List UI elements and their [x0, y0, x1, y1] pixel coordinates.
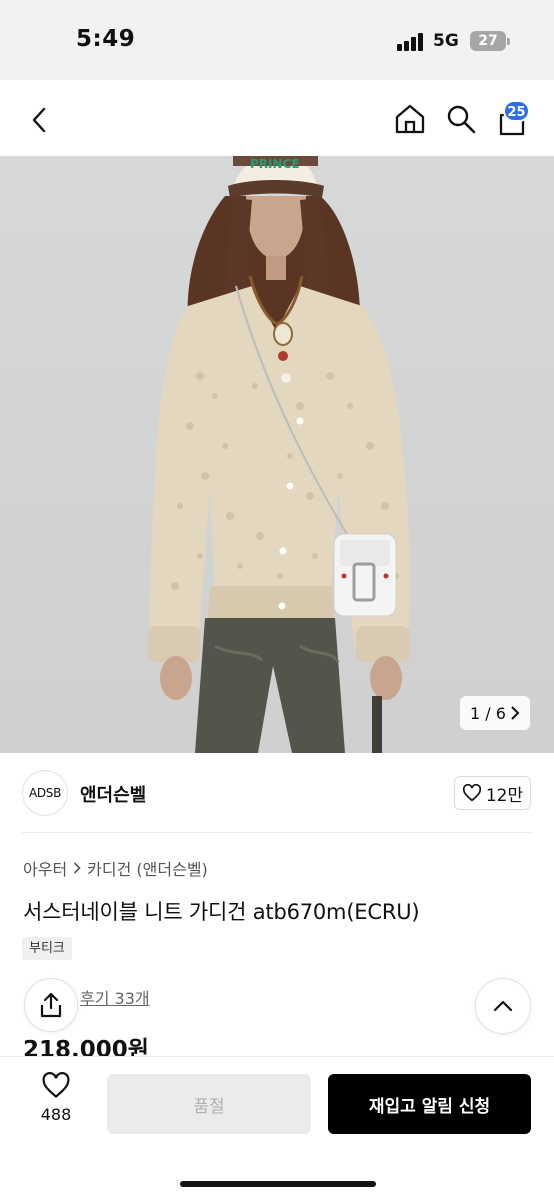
chevron-up-icon — [493, 1000, 513, 1012]
cap-text: PRINCE — [250, 157, 300, 171]
brand-like-count: 12만 — [485, 785, 524, 806]
battery-tip — [507, 38, 510, 45]
top-nav — [0, 80, 554, 156]
reviews-link[interactable]: 후기 33개 — [80, 985, 150, 1009]
scroll-top-button[interactable] — [475, 978, 531, 1034]
share-button[interactable] — [24, 978, 78, 1032]
wishlist-button[interactable]: 488 — [30, 1072, 82, 1124]
product-tag: 부티크 — [22, 937, 72, 960]
chevron-right-icon — [74, 862, 81, 874]
breadcrumb: 아우터 카디건 (앤더슨벨) — [23, 856, 208, 880]
search-icon — [447, 105, 476, 134]
home-icon — [395, 104, 425, 134]
cart-count-badge: 25 — [503, 100, 530, 122]
breadcrumb-subcategory[interactable]: 카디건 (앤더슨벨) — [87, 856, 208, 880]
chevron-left-icon — [32, 107, 46, 133]
signal-icon — [397, 33, 425, 51]
restock-alert-button[interactable]: 재입고 알림 신청 — [328, 1074, 531, 1134]
back-button[interactable] — [24, 104, 56, 136]
status-bar: 5:49 5G 27 — [0, 0, 554, 80]
product-title: 서스터네이블 니트 가디건 atb670m(ECRU) — [23, 900, 420, 924]
brand-row[interactable]: ADSB 앤더슨벨 12만 — [0, 753, 554, 833]
product-image[interactable]: PRINCE — [0, 156, 554, 753]
heart-icon — [462, 784, 481, 802]
share-icon — [40, 992, 62, 1018]
model-illustration: PRINCE — [148, 156, 411, 753]
status-time: 5:49 — [76, 26, 136, 52]
search-button[interactable] — [444, 102, 478, 136]
home-indicator — [180, 1181, 376, 1187]
brand-logo[interactable]: ADSB — [22, 770, 68, 816]
battery-icon: 27 — [470, 31, 506, 51]
chevron-right-icon — [511, 706, 520, 720]
breadcrumb-category[interactable]: 아우터 — [23, 856, 67, 880]
divider — [22, 832, 532, 833]
image-counter-text: 1 / 6 — [470, 703, 506, 723]
brand-like-button[interactable]: 12만 — [454, 776, 531, 810]
image-counter[interactable]: 1 / 6 — [460, 696, 530, 730]
brand-name[interactable]: 앤더슨벨 — [80, 781, 146, 807]
soldout-button[interactable]: 품절 — [107, 1074, 311, 1134]
heart-icon — [42, 1072, 70, 1099]
network-type: 5G — [433, 31, 459, 51]
product-price: 218,000원 — [23, 1037, 149, 1058]
home-button[interactable] — [393, 102, 427, 136]
wishlist-count: 488 — [40, 1105, 72, 1124]
